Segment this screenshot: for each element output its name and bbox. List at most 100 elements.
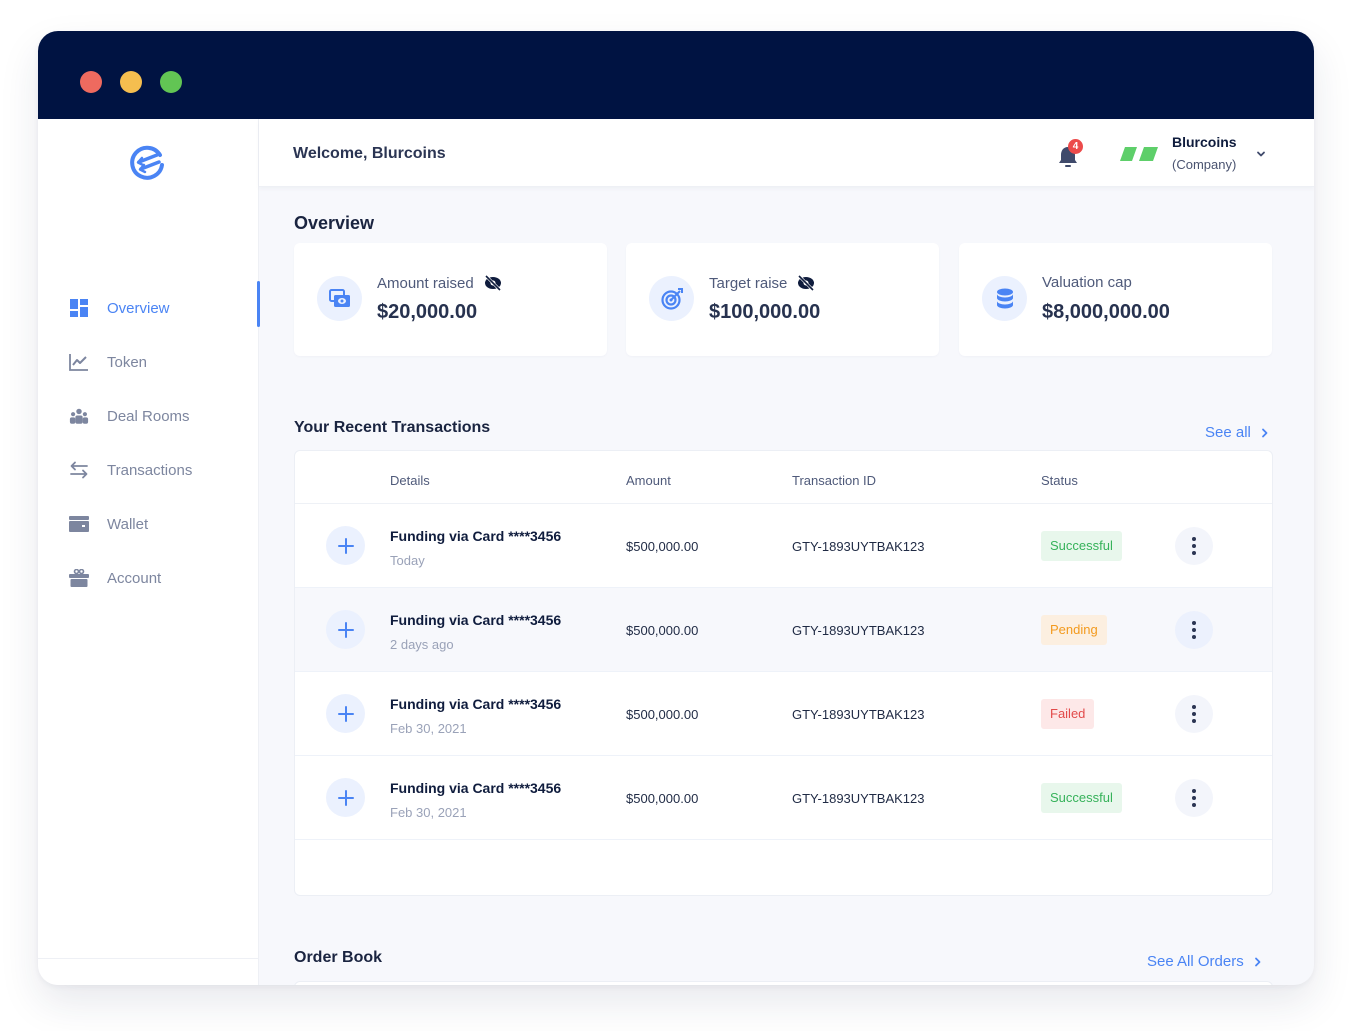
sidebar: Overview Token Deal Rooms Transactions W… (38, 119, 260, 985)
transaction-amount: $500,000.00 (626, 707, 699, 722)
plus-icon[interactable] (326, 778, 365, 817)
company-logo-icon (1120, 147, 1158, 161)
see-all-label: See all (1205, 424, 1251, 441)
transaction-name: Funding via Card ****3456 (390, 696, 562, 712)
plus-icon[interactable] (326, 694, 365, 733)
plus-icon[interactable] (326, 610, 365, 649)
welcome-message: Welcome, Blurcoins (293, 145, 446, 162)
sidebar-item-wallet[interactable]: Wallet (38, 497, 259, 551)
status-badge: Successful (1041, 783, 1122, 813)
transaction-date: Today (390, 553, 425, 568)
kebab-menu-icon (1192, 789, 1196, 807)
kebab-menu-icon (1192, 621, 1196, 639)
transaction-amount: $500,000.00 (626, 791, 699, 806)
more-options-button[interactable] (1175, 527, 1213, 565)
see-all-orders-label: See All Orders (1147, 953, 1244, 970)
table-row[interactable]: Funding via Card ****3456 Feb 30, 2021 $… (295, 672, 1272, 756)
chart-line-icon (69, 352, 89, 372)
card-value: $20,000.00 (377, 301, 478, 323)
transactions-table: Details Amount Transaction ID Status Fun… (294, 450, 1273, 896)
column-header-details: Details (390, 473, 430, 488)
column-header-transaction-id: Transaction ID (792, 473, 877, 488)
order-book-heading: Order Book (294, 949, 383, 966)
users-icon (69, 406, 89, 426)
top-header: Welcome, Blurcoins 4 Blurcoins (Company) (259, 119, 1314, 187)
card-value: $100,000.00 (709, 301, 821, 323)
transaction-amount: $500,000.00 (626, 623, 699, 638)
column-header-status: Status (1041, 473, 1078, 488)
card-label: Target raise (709, 274, 788, 292)
table-header: Details Amount Transaction ID Status (295, 451, 1272, 504)
status-badge: Pending (1041, 615, 1107, 645)
transaction-id: GTY-1893UYTBAK123 (792, 791, 925, 806)
dashboard-icon (69, 298, 89, 318)
column-header-amount: Amount (626, 473, 671, 488)
sidebar-item-overview[interactable]: Overview (38, 281, 260, 335)
app-window: Overview Token Deal Rooms Transactions W… (38, 31, 1314, 985)
more-options-button[interactable] (1175, 611, 1213, 649)
sidebar-nav: Overview Token Deal Rooms Transactions W… (38, 281, 260, 605)
kebab-menu-icon (1192, 537, 1196, 555)
user-role: (Company) (1172, 157, 1237, 172)
table-row[interactable]: Funding via Card ****3456 Today $500,000… (295, 504, 1272, 588)
target-raise-card: Target raise $100,000.00 (626, 243, 939, 356)
transaction-date: Feb 30, 2021 (390, 805, 467, 820)
close-window-button[interactable] (80, 71, 102, 93)
card-label: Amount raised (377, 274, 474, 292)
chevron-right-icon (1261, 428, 1268, 437)
user-name[interactable]: Blurcoins (1172, 134, 1237, 150)
table-row[interactable]: Funding via Card ****3456 Feb 30, 2021 $… (295, 756, 1272, 840)
kebab-menu-icon (1192, 705, 1196, 723)
brand-logo-icon[interactable] (127, 143, 167, 183)
card-value: $8,000,000.00 (1042, 301, 1170, 323)
status-badge: Successful (1041, 531, 1122, 561)
wallet-icon (69, 514, 89, 534)
table-row[interactable]: Funding via Card ****3456 2 days ago $50… (295, 588, 1272, 672)
database-icon (982, 276, 1027, 321)
more-options-button[interactable] (1175, 695, 1213, 733)
transaction-id: GTY-1893UYTBAK123 (792, 539, 925, 554)
sidebar-item-label: Wallet (107, 515, 149, 533)
sidebar-divider (38, 958, 259, 959)
valuation-cap-card: Valuation cap $8,000,000.00 (959, 243, 1272, 356)
card-label: Valuation cap (1042, 274, 1132, 291)
transaction-date: Feb 30, 2021 (390, 721, 467, 736)
recent-transactions-heading: Your Recent Transactions (294, 419, 491, 436)
swap-arrows-icon (69, 460, 89, 480)
transaction-name: Funding via Card ****3456 (390, 612, 562, 628)
active-indicator (257, 281, 260, 327)
maximize-window-button[interactable] (160, 71, 182, 93)
sidebar-item-label: Deal Rooms (107, 407, 190, 425)
chevron-right-icon (1254, 957, 1261, 966)
plus-icon[interactable] (326, 526, 365, 565)
eye-slash-icon[interactable] (797, 274, 815, 292)
overview-heading: Overview (294, 213, 375, 233)
gift-box-icon (69, 568, 89, 588)
transaction-name: Funding via Card ****3456 (390, 528, 562, 544)
transaction-date: 2 days ago (390, 637, 454, 652)
notification-count-badge: 4 (1068, 139, 1083, 154)
sidebar-item-transactions[interactable]: Transactions (38, 443, 259, 497)
eye-slash-icon[interactable] (484, 274, 502, 292)
see-all-orders-link[interactable]: See All Orders (1147, 953, 1262, 970)
money-icon (317, 276, 362, 321)
sidebar-item-token[interactable]: Token (38, 335, 259, 389)
transaction-name: Funding via Card ****3456 (390, 780, 562, 796)
transaction-id: GTY-1893UYTBAK123 (792, 623, 925, 638)
see-all-link[interactable]: See all (1205, 424, 1269, 441)
transaction-amount: $500,000.00 (626, 539, 699, 554)
sidebar-item-label: Transactions (107, 461, 193, 479)
amount-raised-card: Amount raised $20,000.00 (294, 243, 607, 356)
more-options-button[interactable] (1175, 779, 1213, 817)
sidebar-item-label: Token (107, 353, 148, 371)
order-book-panel (294, 981, 1273, 985)
sidebar-item-label: Overview (107, 299, 170, 317)
status-badge: Failed (1041, 699, 1095, 729)
transaction-id: GTY-1893UYTBAK123 (792, 707, 925, 722)
sidebar-item-label: Account (107, 569, 162, 587)
sidebar-item-deal-rooms[interactable]: Deal Rooms (38, 389, 259, 443)
title-bar (38, 31, 1314, 119)
minimize-window-button[interactable] (120, 71, 142, 93)
sidebar-item-account[interactable]: Account (38, 551, 259, 605)
chevron-down-icon[interactable] (1256, 149, 1266, 159)
